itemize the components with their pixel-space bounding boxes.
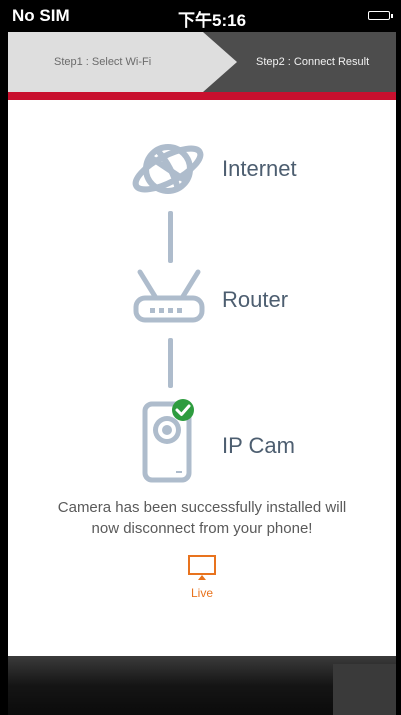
live-label: Live: [190, 586, 213, 600]
step-1-tab[interactable]: Step1 : Select Wi-Fi: [8, 32, 203, 92]
step-arrow: [203, 32, 237, 92]
clock: 下午5:16: [178, 11, 247, 30]
status-bar: No SIM 下午5:16: [8, 0, 396, 32]
router-label: Router: [222, 287, 289, 312]
internet-label: Internet: [222, 156, 297, 181]
ip-cam-label: IP Cam: [222, 433, 295, 458]
app-screen: No SIM 下午5:16 Step1 : Select Wi-Fi Step2…: [8, 0, 396, 715]
connector-line: [168, 338, 173, 388]
carrier-label: No SIM: [12, 6, 70, 25]
router-icon: [133, 269, 205, 323]
step-progress-bar: Step1 : Select Wi-Fi Step2 : Connect Res…: [8, 32, 396, 92]
message-line-2: now disconnect from your phone!: [91, 520, 313, 537]
battery-icon: [368, 11, 393, 20]
monitor-icon: [188, 555, 216, 580]
step-1-label: Step1 : Select Wi-Fi: [54, 56, 152, 68]
step-2-tab[interactable]: Step2 : Connect Result: [256, 32, 369, 92]
accent-divider: [8, 92, 396, 100]
success-message: Camera has been successfully installed w…: [8, 497, 396, 539]
live-button[interactable]: Live: [180, 550, 224, 604]
message-line-1: Camera has been successfully installed w…: [57, 499, 347, 516]
toolbar-button[interactable]: [333, 664, 396, 715]
check-badge-icon: [172, 399, 194, 421]
globe-icon: [132, 144, 204, 194]
connector-line: [168, 211, 173, 263]
step-2-label: Step2 : Connect Result: [256, 56, 370, 68]
